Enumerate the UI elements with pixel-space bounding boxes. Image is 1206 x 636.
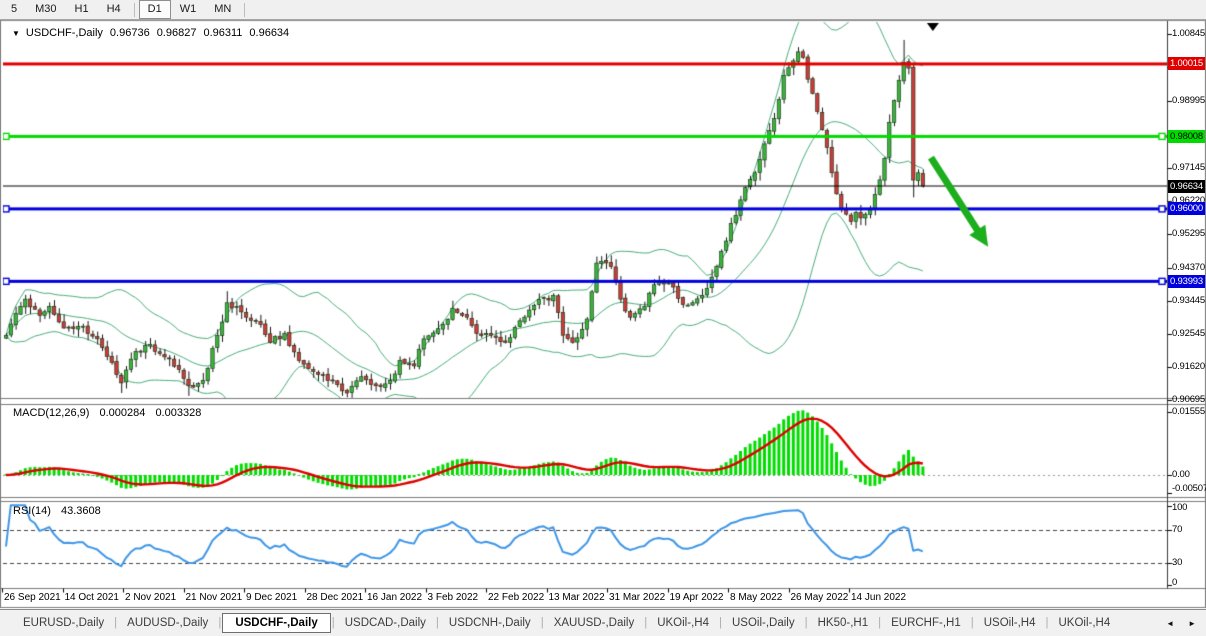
tab-usdcnh-daily[interactable]: USDCNH-,Daily xyxy=(440,614,540,632)
time-axis-label: 19 Apr 2022 xyxy=(670,592,724,603)
tab-usdcad-daily[interactable]: USDCAD-,Daily xyxy=(336,614,435,632)
time-axis-label: 26 May 2022 xyxy=(791,592,849,603)
macd-signal-value: 0.003328 xyxy=(155,407,201,419)
chart-symbol-header: ▼ USDCHF-,Daily 0.96736 0.96827 0.96311 … xyxy=(12,27,289,39)
toolbar-separator xyxy=(244,3,245,17)
time-axis-label: 21 Nov 2021 xyxy=(186,592,243,603)
price-axis-tick-label: 0.93445 xyxy=(1172,295,1205,307)
time-axis-label: 22 Feb 2022 xyxy=(488,592,544,603)
rsi-label: RSI(14) xyxy=(13,505,51,517)
timeframe-d1[interactable]: D1 xyxy=(139,0,171,19)
time-axis-label: 8 May 2022 xyxy=(730,592,782,603)
mt4-chart-window: 5M30H1H4 D1W1MN ▼ USDCHF-,Daily 0.96736 0… xyxy=(0,0,1206,636)
tab-ukoil-h4[interactable]: UKOil-,H4 xyxy=(648,614,718,632)
tab-usoil-daily[interactable]: USOil-,Daily xyxy=(723,614,804,632)
price-axis-tick-label: 0.91620 xyxy=(1172,361,1205,373)
timeframe-h4[interactable]: H4 xyxy=(98,0,130,19)
time-axis-label: 14 Jun 2022 xyxy=(851,592,906,603)
price-tag-green-line: 0.98008 xyxy=(1168,130,1205,143)
ohlc-close: 0.96634 xyxy=(249,27,289,39)
price-tag-bid: 0.96634 xyxy=(1168,180,1205,193)
price-tag-red-line: 1.00015 xyxy=(1168,57,1205,70)
time-axis-label: 2 Nov 2021 xyxy=(125,592,176,603)
ohlc-open: 0.96736 xyxy=(110,27,150,39)
price-tag-blue-line-2: 0.93993 xyxy=(1168,275,1205,288)
tab-audusd-daily[interactable]: AUDUSD-,Daily xyxy=(118,614,217,632)
tab-usoil-h4[interactable]: USOil-,H4 xyxy=(975,614,1045,632)
chart-tab-bar: EURUSD-,Daily|AUDUSD-,Daily|USDCHF-,Dail… xyxy=(0,609,1206,636)
chart-plot-canvas[interactable] xyxy=(0,0,1206,636)
time-axis-label: 14 Oct 2021 xyxy=(65,592,119,603)
tabs-scroll-right-icon[interactable]: ► xyxy=(1188,619,1196,628)
price-axis-tick-label: 0.90695 xyxy=(1172,394,1205,406)
tab-hk50-h1[interactable]: HK50-,H1 xyxy=(809,614,878,632)
time-axis-label: 9 Dec 2021 xyxy=(246,592,297,603)
rsi-axis-label: 100 xyxy=(1172,502,1187,514)
time-axis-label: 31 Mar 2022 xyxy=(609,592,665,603)
rsi-axis-label: 70 xyxy=(1172,524,1182,536)
macd-pane-header: MACD(12,26,9) 0.000284 0.003328 xyxy=(13,407,208,419)
price-axis-tick-label: 0.98995 xyxy=(1172,95,1205,107)
time-axis-label: 13 Mar 2022 xyxy=(549,592,605,603)
price-axis-tick-label: 0.94370 xyxy=(1172,262,1205,274)
rsi-axis-label: 30 xyxy=(1172,557,1182,569)
macd-label: MACD(12,26,9) xyxy=(13,407,89,419)
tab-eurchf-h1[interactable]: EURCHF-,H1 xyxy=(882,614,970,632)
tab-xauusd-daily[interactable]: XAUUSD-,Daily xyxy=(545,614,644,632)
timeframe-mn[interactable]: MN xyxy=(205,0,240,19)
tab-ukoil-h4[interactable]: UKOil-,H4 xyxy=(1050,614,1120,632)
price-axis-tick-label: 1.00845 xyxy=(1172,28,1205,40)
time-axis-label: 3 Feb 2022 xyxy=(428,592,479,603)
rsi-value: 43.3608 xyxy=(61,505,101,517)
price-tag-blue-line-1: 0.96000 xyxy=(1168,202,1205,215)
price-axis-tick-label: 0.95295 xyxy=(1172,228,1205,240)
price-axis-tick-label: 0.97145 xyxy=(1172,162,1205,174)
price-axis-tick-label: 0.92545 xyxy=(1172,328,1205,340)
tab-eurusd-daily[interactable]: EURUSD-,Daily xyxy=(14,614,113,632)
macd-axis-label: 0.01555 xyxy=(1172,406,1205,418)
tabs-scroll-left-icon[interactable]: ◄ xyxy=(1166,619,1174,628)
collapse-chart-icon[interactable]: ▼ xyxy=(12,28,20,39)
ohlc-low: 0.96311 xyxy=(203,27,242,39)
chart-tabs: EURUSD-,Daily|AUDUSD-,Daily|USDCHF-,Dail… xyxy=(14,614,1119,633)
ohlc-high: 0.96827 xyxy=(157,27,197,39)
timeframe-toolbar: 5M30H1H4 D1W1MN xyxy=(0,0,1206,20)
timeframe-m30[interactable]: M30 xyxy=(26,0,65,19)
timeframe-w1[interactable]: W1 xyxy=(171,0,206,19)
timeframe-5[interactable]: 5 xyxy=(2,0,26,19)
macd-axis-label: -0.00507 xyxy=(1172,483,1206,495)
rsi-axis-label: 0 xyxy=(1172,577,1177,589)
toolbar-separator xyxy=(134,3,135,17)
time-axis-label: 28 Dec 2021 xyxy=(307,592,364,603)
tab-usdchf-daily[interactable]: USDCHF-,Daily xyxy=(222,613,330,633)
macd-main-value: 0.000284 xyxy=(99,407,145,419)
time-axis-label: 26 Sep 2021 xyxy=(4,592,61,603)
rsi-pane-header: RSI(14) 43.3608 xyxy=(13,505,108,517)
time-axis-label: 16 Jan 2022 xyxy=(367,592,422,603)
macd-axis-label: 0.00 xyxy=(1172,469,1190,481)
tab-scroll-controls: ◄ ► xyxy=(1166,619,1206,628)
timeframe-h1[interactable]: H1 xyxy=(66,0,98,19)
symbol-title: USDCHF-,Daily xyxy=(26,27,103,39)
